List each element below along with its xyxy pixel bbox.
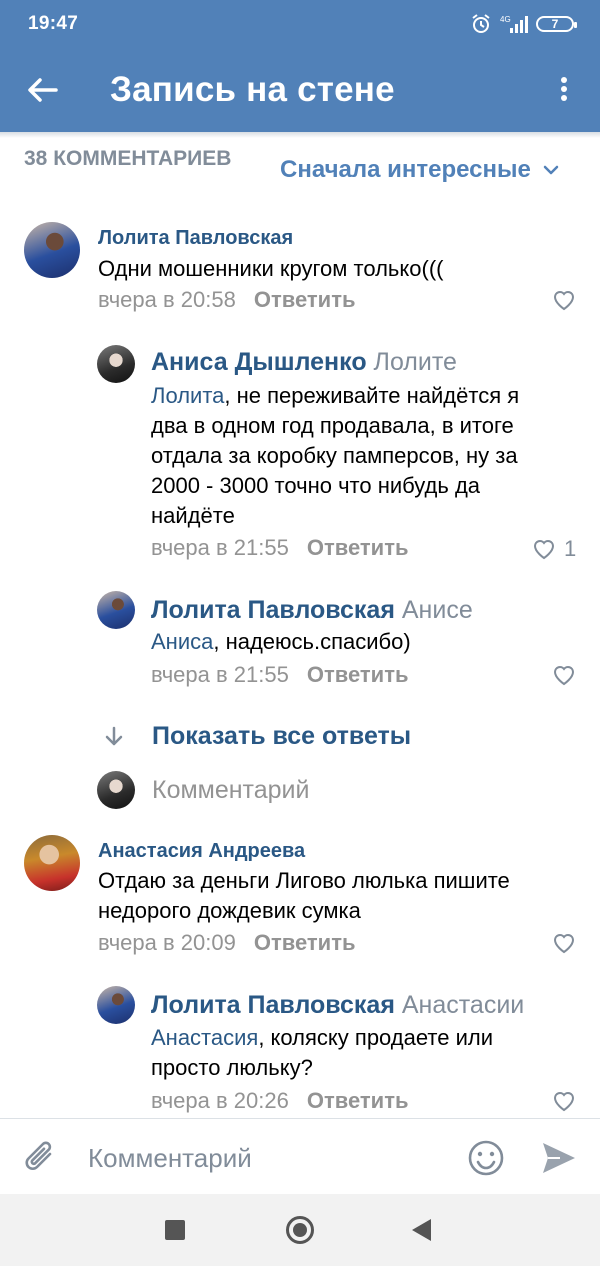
emoji-icon[interactable] bbox=[466, 1138, 506, 1178]
avatar[interactable] bbox=[24, 835, 80, 891]
more-vertical-icon[interactable] bbox=[554, 74, 574, 108]
comment-author-line: Лолита Павловская Анастасии bbox=[151, 991, 524, 1020]
signal-icon: 4G bbox=[500, 14, 528, 34]
reply-button[interactable]: Ответить bbox=[254, 287, 356, 313]
battery-level: 7 bbox=[551, 17, 559, 31]
send-icon[interactable] bbox=[540, 1140, 578, 1176]
reply-to: Анисе bbox=[401, 596, 473, 624]
arrow-down-icon bbox=[104, 726, 124, 748]
status-icons: 4G 7 bbox=[470, 12, 577, 36]
status-time: 19:47 bbox=[28, 13, 79, 34]
reply-button[interactable]: Ответить bbox=[307, 1088, 409, 1114]
like-button[interactable] bbox=[552, 932, 576, 954]
reply-to: Анастасии bbox=[401, 991, 525, 1019]
sort-label: Сначала интересные bbox=[280, 156, 531, 183]
like-button[interactable] bbox=[552, 289, 576, 311]
system-back-button[interactable] bbox=[412, 1219, 431, 1241]
avatar[interactable] bbox=[24, 222, 80, 278]
chevron-down-icon bbox=[543, 165, 559, 175]
comments-count: 38 КОММЕНТАРИЕВ bbox=[24, 147, 232, 170]
reply-button[interactable]: Ответить bbox=[307, 535, 409, 561]
comment-body: , надеюсь.спасибо) bbox=[213, 629, 411, 654]
comment-author-line: Лолита Павловская Анисе bbox=[151, 596, 473, 625]
network-label: 4G bbox=[500, 15, 511, 24]
comment-author[interactable]: Лолита Павловская bbox=[151, 596, 395, 624]
app-bar: Запись на стене bbox=[0, 48, 600, 132]
comment-text: Аниса, надеюсь.спасибо) bbox=[151, 627, 551, 657]
comment-author[interactable]: Лолита Павловская bbox=[98, 227, 293, 250]
mention-link[interactable]: Лолита bbox=[151, 383, 224, 408]
like-button[interactable] bbox=[552, 664, 576, 686]
show-all-replies-button[interactable]: Показать все ответы bbox=[104, 722, 411, 751]
heart-icon bbox=[552, 1090, 576, 1112]
inline-reply-field[interactable]: Комментарий bbox=[152, 776, 309, 805]
avatar[interactable] bbox=[97, 345, 135, 383]
like-button[interactable] bbox=[552, 1090, 576, 1112]
comment-meta: вчера в 21:55 Ответить bbox=[151, 535, 409, 561]
mention-link[interactable]: Аниса bbox=[151, 629, 213, 654]
comment-time: вчера в 20:58 bbox=[98, 287, 236, 312]
alarm-icon bbox=[470, 13, 492, 35]
recents-button[interactable] bbox=[165, 1220, 185, 1240]
comment-meta: вчера в 20:58 Ответить bbox=[98, 287, 356, 313]
comment-time: вчера в 21:55 bbox=[151, 662, 289, 687]
comment-meta: вчера в 21:55 Ответить bbox=[151, 662, 409, 688]
comment-author[interactable]: Аниса Дышленко bbox=[151, 348, 367, 376]
avatar bbox=[97, 771, 135, 809]
comment-meta: вчера в 20:26 Ответить bbox=[151, 1088, 409, 1114]
heart-icon bbox=[552, 932, 576, 954]
comment-text: Анастасия, коляску продаете или просто л… bbox=[151, 1023, 551, 1083]
comment-time: вчера в 20:09 bbox=[98, 930, 236, 955]
status-bar: 19:47 4G 7 bbox=[0, 0, 600, 48]
reply-button[interactable]: Ответить bbox=[254, 930, 356, 956]
comment-text: Одни мошенники кругом только((( bbox=[98, 256, 444, 281]
sort-dropdown[interactable]: Сначала интересные bbox=[280, 156, 559, 184]
page-title: Запись на стене bbox=[110, 70, 395, 109]
like-button[interactable]: 1 bbox=[532, 536, 576, 562]
show-all-label: Показать все ответы bbox=[152, 722, 412, 750]
mention-link[interactable]: Анастасия bbox=[151, 1025, 258, 1050]
reply-button[interactable]: Ответить bbox=[307, 662, 409, 688]
app-bar-shadow bbox=[0, 132, 600, 138]
home-button[interactable] bbox=[286, 1216, 314, 1244]
heart-icon bbox=[552, 289, 576, 311]
comment-meta: вчера в 20:09 Ответить bbox=[98, 930, 356, 956]
composer-divider bbox=[0, 1118, 600, 1119]
avatar[interactable] bbox=[97, 986, 135, 1024]
reply-to: Лолите bbox=[373, 348, 457, 376]
battery-icon: 7 bbox=[536, 16, 577, 32]
comment-time: вчера в 21:55 bbox=[151, 535, 289, 560]
comment-text: Лолита, не переживайте найдётся я два в … bbox=[151, 381, 551, 531]
back-arrow-icon[interactable] bbox=[22, 72, 62, 108]
avatar[interactable] bbox=[97, 591, 135, 629]
heart-icon bbox=[552, 664, 576, 686]
comment-author-line: Аниса Дышленко Лолите bbox=[151, 348, 457, 377]
comment-input[interactable] bbox=[88, 1142, 448, 1174]
comment-text: Отдаю за деньги Лигово люлька пишите нед… bbox=[98, 868, 510, 923]
heart-icon bbox=[532, 538, 556, 560]
attach-icon[interactable] bbox=[22, 1136, 62, 1178]
like-count: 1 bbox=[564, 536, 577, 561]
comment-author[interactable]: Анастасия Андреева bbox=[98, 840, 305, 863]
comment-time: вчера в 20:26 bbox=[151, 1088, 289, 1113]
comment-author[interactable]: Лолита Павловская bbox=[151, 991, 395, 1019]
